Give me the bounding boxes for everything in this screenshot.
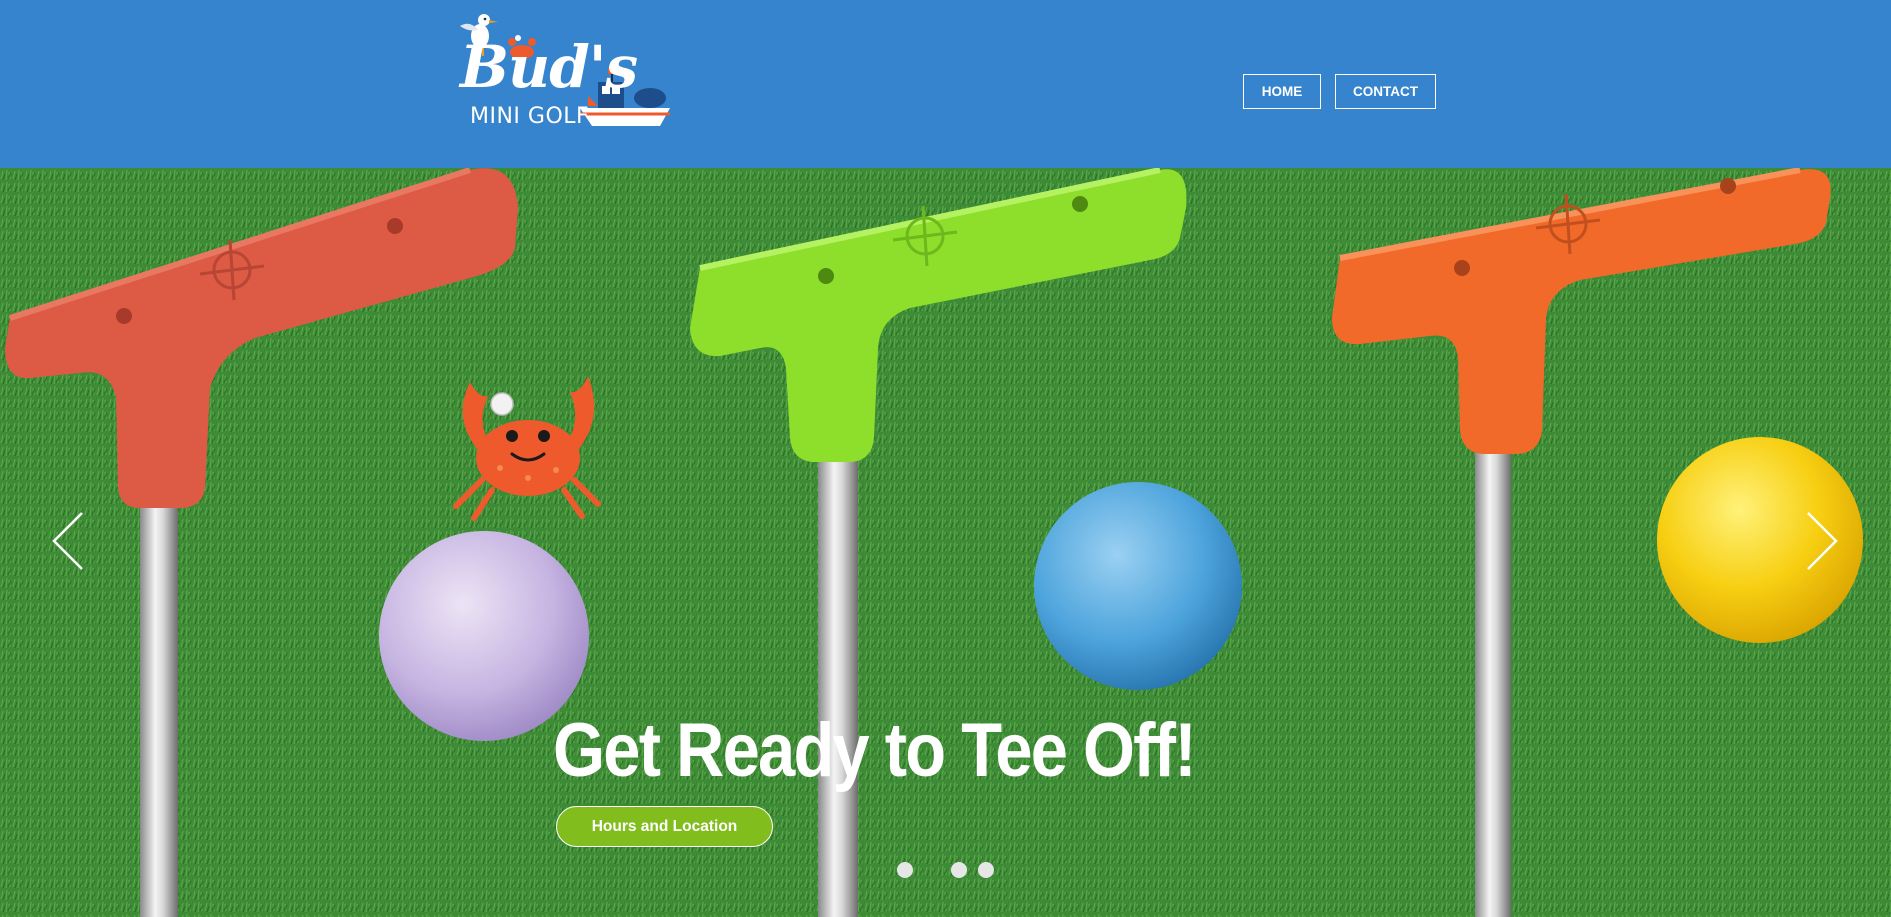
chevron-right-icon [1807,512,1838,570]
hero-slideshow: Get Ready to Tee Off! Hours and Location [0,168,1891,917]
hero-image [0,168,1891,917]
logo-subtitle: MINI GOLF [470,104,590,129]
prev-slide-button[interactable] [50,511,90,571]
nav-contact-button[interactable]: CONTACT [1335,74,1436,109]
hours-and-location-button[interactable]: Hours and Location [556,806,773,847]
slide-dot[interactable] [978,862,994,878]
chevron-left-icon [52,512,83,570]
slide-indicators [897,862,994,878]
main-nav: HOME CONTACT [1243,74,1436,109]
site-header: Bud's MINI GOLF HOME CONTACT [0,0,1891,168]
slide-dot[interactable] [897,862,913,878]
site-logo[interactable]: Bud's MINI GOLF [452,10,674,132]
logo-title: Bud's [460,33,638,101]
nav-home-button[interactable]: HOME [1243,74,1321,109]
hero-headline: Get Ready to Tee Off! [553,708,1197,793]
slide-dot-active[interactable] [924,862,940,878]
slide-dot[interactable] [951,862,967,878]
next-slide-button[interactable] [1800,511,1840,571]
